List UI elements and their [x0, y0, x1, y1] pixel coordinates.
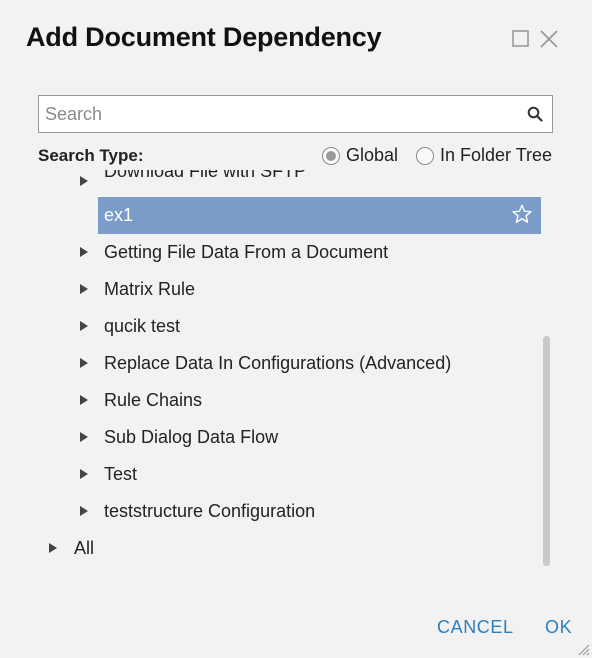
search-icon[interactable]: [518, 96, 552, 132]
close-icon: [540, 30, 558, 48]
close-button[interactable]: [538, 28, 560, 50]
tree-item-selected[interactable]: ex1: [98, 197, 541, 234]
expand-arrow-icon[interactable]: [80, 469, 88, 479]
tree-item-all[interactable]: All: [0, 530, 540, 567]
tree-item-label: Test: [104, 464, 138, 484]
expand-arrow-icon[interactable]: [80, 247, 88, 257]
tree-item[interactable]: Replace Data In Configurations (Advanced…: [0, 345, 540, 382]
tree-item[interactable]: Sub Dialog Data Flow: [0, 419, 540, 456]
expand-arrow-icon[interactable]: [49, 543, 57, 553]
tree-item-label: Download File with SFTP: [104, 170, 307, 181]
tree-item-label: Sub Dialog Data Flow: [104, 427, 279, 447]
tree-item-all-label: All: [74, 538, 95, 558]
dialog-title: Add Document Dependency: [26, 22, 382, 52]
maximize-button[interactable]: [510, 28, 532, 50]
radio-in-folder-tree[interactable]: In Folder Tree: [416, 145, 552, 166]
tree-item-label: teststructure Configuration: [104, 501, 316, 521]
expand-arrow-icon[interactable]: [80, 358, 88, 368]
radio-global[interactable]: Global: [322, 145, 398, 166]
radio-global-label: Global: [346, 145, 399, 165]
add-document-dependency-dialog: Add Document Dependency Search Type: Glo…: [0, 0, 592, 658]
expand-arrow-icon[interactable]: [80, 432, 88, 442]
search-field: [38, 95, 553, 133]
tree-item-label: Getting File Data From a Document: [104, 242, 389, 262]
tree-item[interactable]: teststructure Configuration: [0, 493, 540, 530]
radio-in-folder-tree-label: In Folder Tree: [440, 145, 553, 165]
tree-item-label: Rule Chains: [104, 390, 203, 410]
expand-arrow-icon[interactable]: [80, 395, 88, 405]
expand-arrow-icon[interactable]: [80, 321, 88, 331]
resize-grip-icon[interactable]: [576, 642, 590, 656]
radio-in-folder-tree-circle[interactable]: [416, 146, 434, 165]
expand-arrow-icon[interactable]: [80, 176, 88, 186]
search-type-label: Search Type:: [38, 146, 144, 165]
document-tree: Download File with SFTP ex1 Getting File…: [0, 170, 592, 570]
tree-item[interactable]: qucik test: [0, 308, 540, 345]
tree-item[interactable]: Test: [0, 456, 540, 493]
tree-item[interactable]: Getting File Data From a Document: [0, 234, 540, 271]
maximize-icon: [512, 30, 529, 47]
tree-item-partial[interactable]: Download File with SFTP: [0, 170, 540, 200]
radio-global-circle[interactable]: [322, 146, 340, 165]
tree-item-selected-label: ex1: [104, 205, 134, 225]
ok-button[interactable]: OK: [545, 617, 572, 638]
tree-item[interactable]: Rule Chains: [0, 382, 540, 419]
tree-item-label: qucik test: [104, 316, 181, 336]
search-input[interactable]: [39, 96, 518, 132]
tree-scrollbar[interactable]: [543, 336, 550, 566]
tree-item[interactable]: Matrix Rule: [0, 271, 540, 308]
cancel-button[interactable]: CANCEL: [437, 617, 514, 638]
expand-arrow-icon[interactable]: [80, 506, 88, 516]
expand-arrow-icon[interactable]: [80, 284, 88, 294]
tree-item-label: Replace Data In Configurations (Advanced…: [104, 353, 452, 373]
star-icon[interactable]: [511, 203, 533, 230]
tree-item-label: Matrix Rule: [104, 279, 196, 299]
